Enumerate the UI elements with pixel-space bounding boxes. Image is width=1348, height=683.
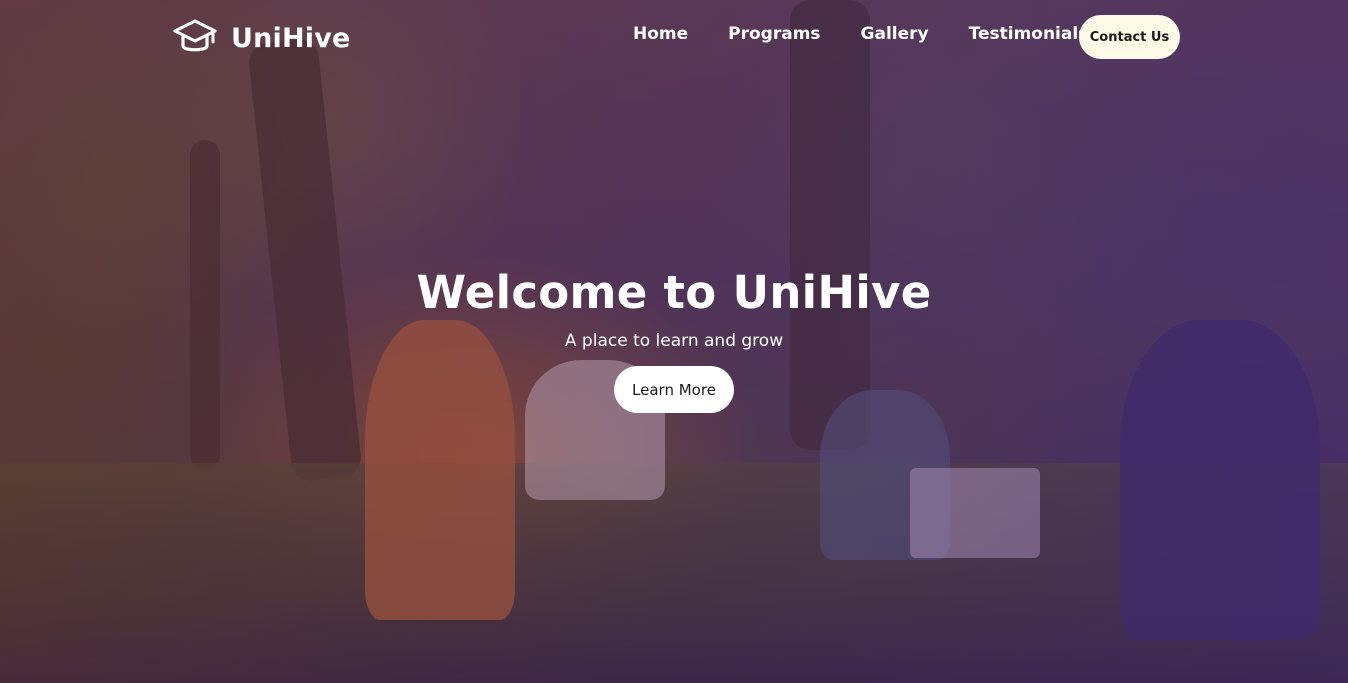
hero-subtitle: A place to learn and grow	[564, 331, 784, 351]
brand-logo[interactable]: UniHive	[173, 18, 351, 58]
top-navigation: UniHive Home Programs Gallery Testimonia…	[0, 0, 1348, 76]
nav-link-testimonials[interactable]: Testimonials	[969, 24, 1089, 44]
nav-link-programs[interactable]: Programs	[728, 24, 820, 44]
hero-title: Welcome to UniHive	[416, 266, 932, 319]
nav-link-home[interactable]: Home	[633, 24, 688, 44]
contact-us-button[interactable]: Contact Us	[1079, 15, 1180, 59]
hero-section: UniHive Home Programs Gallery Testimonia…	[0, 0, 1348, 683]
graduation-cap-icon	[173, 19, 217, 52]
hero-content: Welcome to UniHive A place to learn and …	[0, 262, 1348, 413]
learn-more-button[interactable]: Learn More	[614, 366, 734, 413]
brand-name: UniHive	[231, 22, 351, 54]
nav-link-gallery[interactable]: Gallery	[861, 24, 929, 44]
nav-links: Home Programs Gallery Testimonials	[633, 24, 1088, 44]
